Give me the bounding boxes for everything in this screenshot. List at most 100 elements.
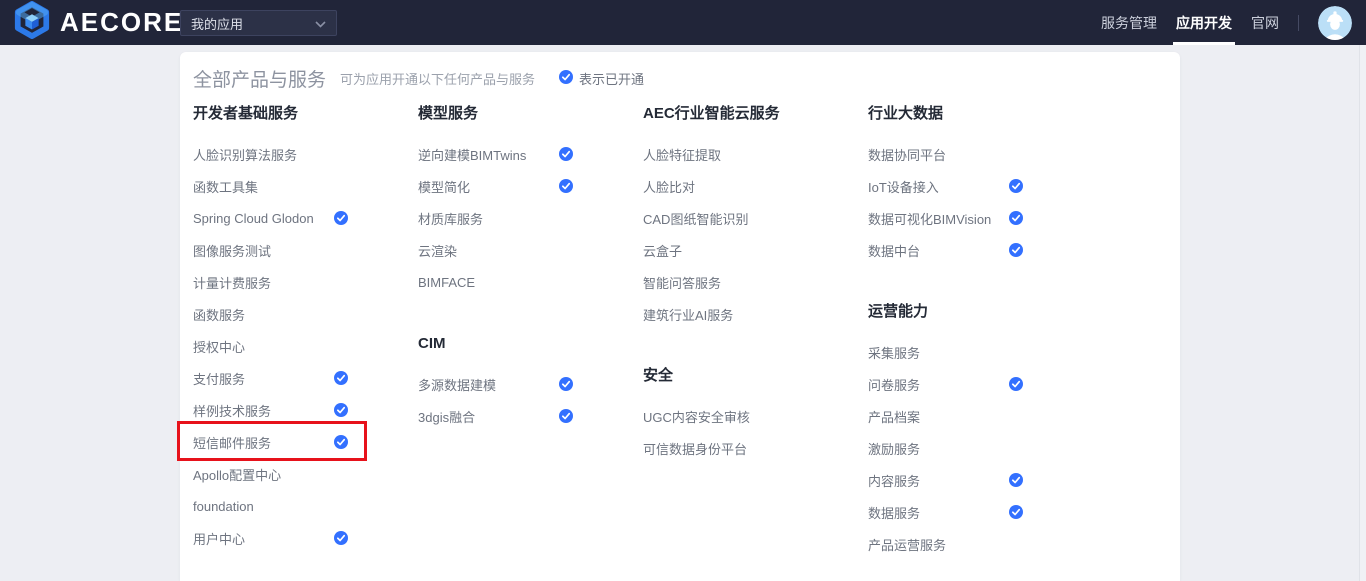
card-header: 全部产品与服务 可为应用开通以下任何产品与服务 表示已开通 — [193, 65, 644, 92]
service-item-label: CAD图纸智能识别 — [643, 209, 748, 228]
service-section: 模型服务逆向建模BIMTwins 模型简化 材质库服务云渲染BIMFACE — [418, 104, 643, 298]
user-avatar[interactable] — [1318, 6, 1352, 40]
service-item[interactable]: 建筑行业AI服务 — [643, 298, 798, 330]
check-circle-icon — [334, 531, 348, 545]
check-circle-icon — [1009, 243, 1023, 257]
brand-logo[interactable]: AECORE — [13, 1, 183, 44]
check-circle-icon — [559, 409, 573, 423]
service-item[interactable]: 短信邮件服务 — [193, 426, 348, 458]
service-item[interactable]: 授权中心 — [193, 330, 348, 362]
service-item[interactable]: 图像服务测试 — [193, 234, 348, 266]
service-item-label: 可信数据身份平台 — [643, 439, 747, 458]
service-item-label: 短信邮件服务 — [193, 433, 271, 452]
service-item[interactable]: 函数服务 — [193, 298, 348, 330]
service-item[interactable]: IoT设备接入 — [868, 170, 1023, 202]
service-item[interactable]: 产品运营服务 — [868, 528, 1023, 560]
service-item-label: 用户中心 — [193, 529, 245, 548]
nav-link-label: 应用开发 — [1176, 13, 1232, 33]
check-circle-icon — [334, 371, 348, 385]
service-section: 运营能力采集服务问卷服务 产品档案激励服务内容服务 数据服务 产品运营服务 — [868, 302, 1093, 560]
service-item[interactable]: 内容服务 — [868, 464, 1023, 496]
service-item[interactable]: Apollo配置中心 — [193, 458, 348, 490]
service-item[interactable]: 材质库服务 — [418, 202, 573, 234]
service-item[interactable]: BIMFACE — [418, 266, 573, 298]
nav-link-label: 官网 — [1251, 13, 1279, 33]
service-item[interactable]: 可信数据身份平台 — [643, 432, 798, 464]
service-item-label: Apollo配置中心 — [193, 465, 281, 484]
service-item[interactable]: UGC内容安全审核 — [643, 400, 798, 432]
service-section: 安全UGC内容安全审核可信数据身份平台 — [643, 366, 868, 464]
service-item[interactable]: 激励服务 — [868, 432, 1023, 464]
service-item[interactable]: 数据服务 — [868, 496, 1023, 528]
service-item[interactable]: 计量计费服务 — [193, 266, 348, 298]
nav-link-label: 服务管理 — [1101, 13, 1157, 33]
check-circle-icon — [559, 147, 573, 161]
service-item[interactable]: 模型简化 — [418, 170, 573, 202]
page-subtitle: 可为应用开通以下任何产品与服务 — [340, 69, 535, 88]
service-item[interactable]: 智能问答服务 — [643, 266, 798, 298]
service-item[interactable]: 人脸特征提取 — [643, 138, 798, 170]
service-item-label: 问卷服务 — [868, 375, 920, 394]
service-item[interactable]: 函数工具集 — [193, 170, 348, 202]
service-section: CIM多源数据建模 3dgis融合 — [418, 334, 643, 432]
service-item-label: 建筑行业AI服务 — [643, 305, 733, 324]
service-item-label: 函数服务 — [193, 305, 245, 324]
chevron-down-icon — [315, 16, 326, 31]
service-item-label: 函数工具集 — [193, 177, 258, 196]
check-circle-icon — [334, 211, 348, 225]
service-item[interactable]: 逆向建模BIMTwins — [418, 138, 573, 170]
service-item[interactable]: 云盒子 — [643, 234, 798, 266]
service-item[interactable]: 数据协同平台 — [868, 138, 1023, 170]
aecore-logo-icon — [13, 1, 51, 44]
check-circle-icon — [559, 70, 573, 87]
service-item-label: 云渲染 — [418, 241, 457, 260]
service-column: 开发者基础服务人脸识别算法服务函数工具集Spring Cloud Glodon … — [193, 104, 418, 560]
service-item-label: 逆向建模BIMTwins — [418, 145, 526, 164]
top-navbar: AECORE 我的应用 服务管理应用开发官网 — [0, 0, 1366, 45]
service-item-label: 图像服务测试 — [193, 241, 271, 260]
section-title: 开发者基础服务 — [193, 104, 418, 124]
service-item[interactable]: 问卷服务 — [868, 368, 1023, 400]
brand-name: AECORE — [60, 7, 183, 38]
service-item[interactable]: 云渲染 — [418, 234, 573, 266]
page-title: 全部产品与服务 — [193, 65, 326, 92]
service-item[interactable]: 人脸比对 — [643, 170, 798, 202]
nav-link-app-development[interactable]: 应用开发 — [1176, 0, 1232, 45]
service-item-label: IoT设备接入 — [868, 177, 939, 196]
nav-divider — [1298, 15, 1299, 31]
nav-link-service-management[interactable]: 服务管理 — [1101, 0, 1157, 45]
service-item-label: 模型简化 — [418, 177, 470, 196]
service-item[interactable]: 用户中心 — [193, 522, 348, 554]
service-item[interactable]: 人脸识别算法服务 — [193, 138, 348, 170]
service-item-label: 数据可视化BIMVision — [868, 209, 991, 228]
service-item[interactable]: 3dgis融合 — [418, 400, 573, 432]
legend-label: 表示已开通 — [579, 69, 644, 88]
service-item-label: 人脸特征提取 — [643, 145, 721, 164]
service-item[interactable]: Spring Cloud Glodon — [193, 202, 348, 234]
service-item-label: 产品档案 — [868, 407, 920, 426]
nav-link-official-site[interactable]: 官网 — [1251, 0, 1279, 45]
scrollbar[interactable] — [1359, 45, 1366, 581]
service-item-label: 样例技术服务 — [193, 401, 271, 420]
service-item[interactable]: 数据可视化BIMVision — [868, 202, 1023, 234]
service-item[interactable]: 多源数据建模 — [418, 368, 573, 400]
service-item-label: 人脸识别算法服务 — [193, 145, 297, 164]
service-item[interactable]: 样例技术服务 — [193, 394, 348, 426]
service-item-label: 人脸比对 — [643, 177, 695, 196]
app-select-dropdown[interactable]: 我的应用 — [180, 10, 337, 36]
service-item-label: Spring Cloud Glodon — [193, 211, 314, 226]
service-column: 行业大数据数据协同平台IoT设备接入 数据可视化BIMVision 数据中台 运… — [868, 104, 1093, 560]
service-column: AEC行业智能云服务人脸特征提取人脸比对CAD图纸智能识别云盒子智能问答服务建筑… — [643, 104, 868, 560]
service-item[interactable]: 产品档案 — [868, 400, 1023, 432]
check-circle-icon — [1009, 211, 1023, 225]
service-item-label: foundation — [193, 499, 254, 514]
service-item-label: 多源数据建模 — [418, 375, 496, 394]
service-item[interactable]: 采集服务 — [868, 336, 1023, 368]
service-item[interactable]: CAD图纸智能识别 — [643, 202, 798, 234]
service-item[interactable]: 支付服务 — [193, 362, 348, 394]
check-circle-icon — [1009, 377, 1023, 391]
service-item[interactable]: 数据中台 — [868, 234, 1023, 266]
service-item-label: 激励服务 — [868, 439, 920, 458]
service-item[interactable]: foundation — [193, 490, 348, 522]
legend: 表示已开通 — [559, 69, 644, 88]
